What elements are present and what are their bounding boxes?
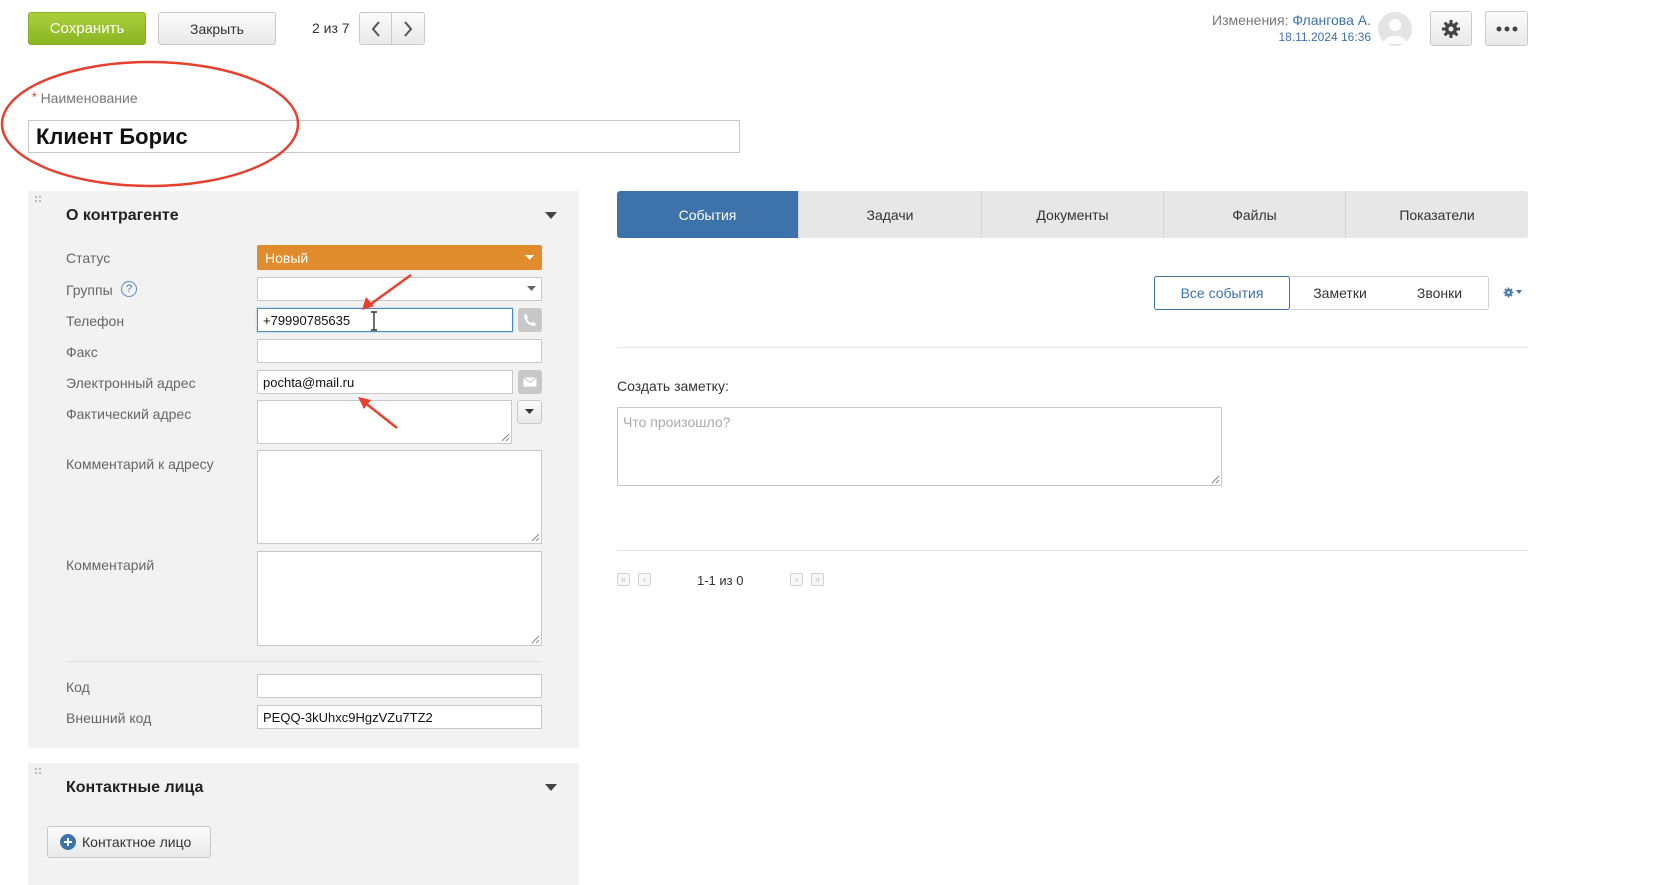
separator-line [617,347,1528,348]
chevron-right-icon [404,20,413,37]
phone-icon [524,314,536,326]
chevron-down-icon [527,286,536,291]
address-label: Фактический адрес [66,406,192,422]
code-label: Код [66,679,90,695]
email-input[interactable]: pochta@mail.ru [257,370,513,394]
fax-input[interactable] [257,339,542,363]
gear-icon [1442,19,1460,38]
settings-button[interactable] [1430,11,1472,46]
chevron-left-icon [371,20,380,37]
add-contact-label: Контактное лицо [82,834,192,850]
divider [66,661,542,662]
changed-by-link[interactable]: Флангова А. [1292,12,1371,28]
avatar[interactable] [1378,12,1412,46]
changed-at: 18.11.2024 16:36 [1278,30,1371,44]
separator-line [617,550,1528,551]
drag-handle-icon[interactable] [34,195,42,203]
tab-events[interactable]: События [617,191,799,238]
tab-documents[interactable]: Документы [982,191,1164,238]
add-contact-button[interactable]: Контактное лицо [47,826,211,858]
filter-notes[interactable]: Заметки [1290,276,1390,310]
chevron-down-icon [525,409,534,414]
comment-label: Комментарий [66,557,155,573]
resize-grip-icon[interactable] [531,533,540,542]
first-page-button[interactable]: « [617,573,630,586]
save-button[interactable]: Сохранить [28,12,146,45]
resize-grip-icon[interactable] [1211,475,1220,484]
user-icon [1383,19,1407,44]
external-code-label: Внешний код [66,710,152,726]
comment-input[interactable] [257,551,542,646]
collapse-about-icon[interactable] [545,212,557,220]
next-record-button[interactable] [391,12,425,45]
note-input[interactable]: Что произошло? [617,407,1222,486]
collapse-contacts-icon[interactable] [545,784,557,792]
drag-handle-icon[interactable] [34,767,42,775]
close-button[interactable]: Закрыть [158,12,276,45]
groups-help-icon[interactable]: ? [121,281,137,297]
call-button[interactable] [518,308,542,332]
gear-icon [1503,287,1514,297]
groups-label: Группы [66,282,113,298]
phone-label: Телефон [66,313,125,329]
note-placeholder: Что произошло? [623,414,731,430]
plus-circle-icon [60,834,76,850]
prev-record-button[interactable] [359,12,392,45]
code-input[interactable] [257,674,542,698]
last-page-button[interactable]: » [811,573,824,586]
filter-all-events[interactable]: Все события [1154,276,1290,310]
groups-select[interactable] [257,277,542,301]
filter-settings-button[interactable] [1503,285,1527,299]
phone-input[interactable]: +79990785635 [257,308,513,332]
filter-calls[interactable]: Звонки [1390,276,1489,310]
next-page-button[interactable]: › [790,573,803,586]
chevron-down-icon [525,254,534,260]
contacts-section-title: Контактные лица [66,779,204,796]
status-select[interactable]: Новый [257,245,542,270]
more-dots-icon [1496,26,1517,31]
resize-grip-icon[interactable] [531,635,540,644]
send-email-button[interactable] [518,370,542,394]
envelope-icon [523,377,537,387]
prev-page-button[interactable]: ‹ [638,573,651,586]
about-section-title: О контрагенте [66,207,179,224]
status-value: Новый [265,249,309,266]
more-button[interactable] [1485,11,1528,46]
external-code-input[interactable]: PEQQ-3kUhxc9HgzVZu7TZ2 [257,705,542,729]
changes-label: Изменения: [1212,12,1289,28]
tab-bar: События Задачи Документы Файлы Показател… [617,191,1528,238]
pagination-text: 1-1 из 0 [697,573,744,588]
record-counter: 2 из 7 [312,20,350,36]
email-label: Электронный адрес [66,375,196,391]
address-comment-label: Комментарий к адресу [66,456,214,472]
resize-grip-icon[interactable] [501,433,510,442]
address-dropdown-button[interactable] [517,400,542,424]
annotation-ellipse [0,60,300,188]
create-note-label: Создать заметку: [617,378,729,394]
address-comment-input[interactable] [257,450,542,544]
fax-label: Факс [66,344,98,360]
tab-files[interactable]: Файлы [1164,191,1346,238]
tab-tasks[interactable]: Задачи [799,191,982,238]
chevron-down-icon [1516,290,1522,294]
status-label: Статус [66,250,111,266]
tab-indicators[interactable]: Показатели [1346,191,1528,238]
text-cursor-icon [371,311,377,331]
address-input[interactable] [257,400,512,444]
